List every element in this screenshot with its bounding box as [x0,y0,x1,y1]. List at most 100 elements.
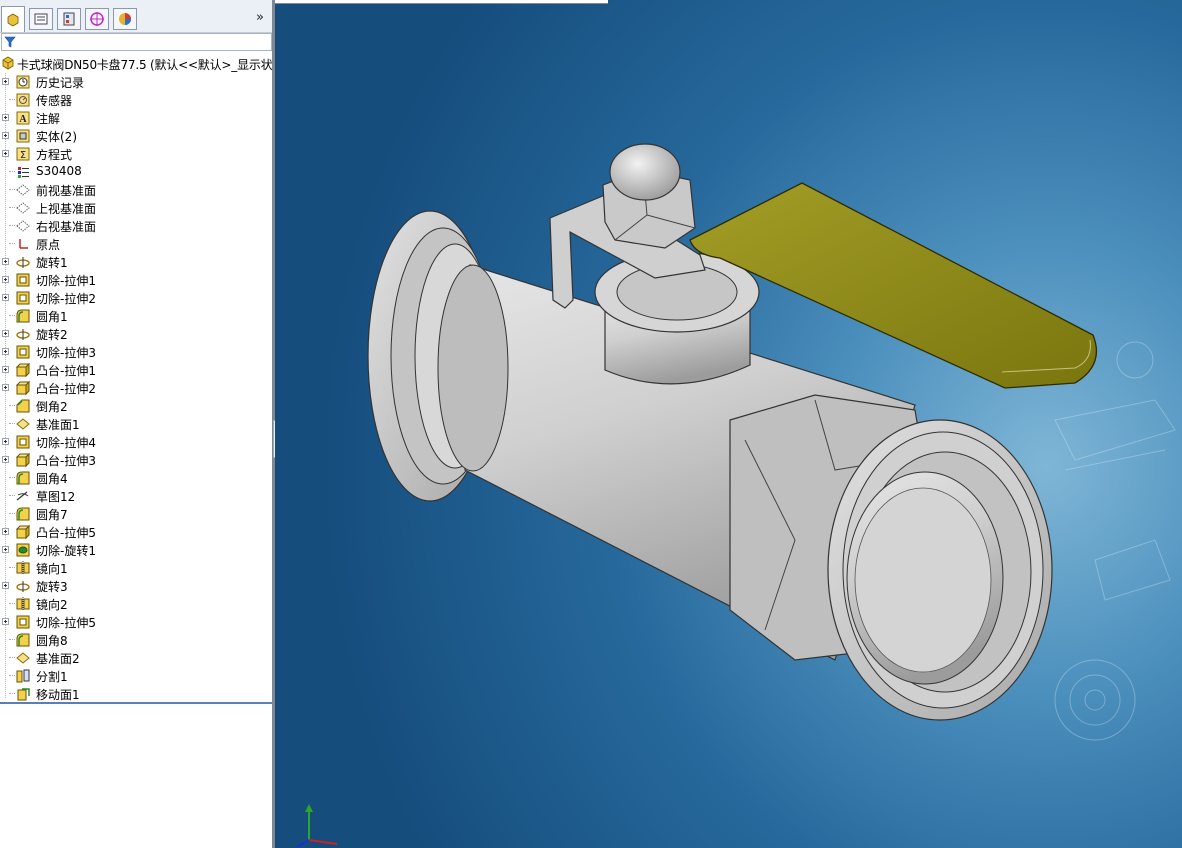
filter-input[interactable] [1,33,272,51]
tree-item-label: 圆角1 [36,310,68,324]
right-flange [827,419,1053,721]
part-icon [2,56,14,70]
split-icon [16,669,30,683]
expand-toggle[interactable] [2,78,9,85]
expand-toggle[interactable] [2,132,9,139]
cap-nut [602,143,696,249]
ref-plane-icon [16,652,30,664]
displaymanager-tab[interactable] [113,8,137,30]
expand-toggle[interactable] [2,384,9,391]
propertymanager-tab[interactable] [29,8,53,30]
tree-item[interactable]: 切除-拉伸3 [0,343,273,361]
tree-item[interactable]: 分割1 [0,667,273,685]
tree-item[interactable]: 凸台-拉伸1 [0,361,273,379]
reference-triad-icon [296,804,338,848]
history-icon [16,75,30,89]
dimxpertmanager-tab[interactable] [85,8,109,30]
expand-toggle[interactable] [2,582,9,589]
tree-item[interactable]: 凸台-拉伸3 [0,451,273,469]
mirror-icon [16,597,30,611]
tree-item-label: 旋转3 [36,580,68,594]
fillet-icon [16,507,30,521]
tree-item-label: 切除-旋转1 [36,544,96,558]
annotation-icon: A [16,111,30,125]
tree-item[interactable]: 切除-旋转1 [0,541,273,559]
cut-extrude-icon [16,615,30,629]
tree-item[interactable]: 原点 [0,235,273,253]
tree-item[interactable]: 镜向2 [0,595,273,613]
cut-extrude-icon [16,291,30,305]
tree-item[interactable]: 凸台-拉伸2 [0,379,273,397]
panel-divider [0,702,273,704]
dimxpertmanager-icon [90,12,104,26]
graphics-viewport[interactable] [275,0,1182,848]
tree-item-label: 镜向2 [36,598,68,612]
tree-item[interactable]: 圆角4 [0,469,273,487]
background-sketch-decoration [1054,341,1176,741]
tree-item[interactable]: 圆角1 [0,307,273,325]
featuremanager-icon [7,13,19,26]
tree-item-label: 凸台-拉伸3 [36,454,96,468]
tree-item[interactable]: 传感器 [0,91,273,109]
expand-toggle[interactable] [2,438,9,445]
tree-item[interactable]: 切除-拉伸1 [0,271,273,289]
tree-item-label: 凸台-拉伸5 [36,526,96,540]
tree-item[interactable]: 旋转1 [0,253,273,271]
tree-item[interactable]: 凸台-拉伸5 [0,523,273,541]
tree-item-label: 圆角7 [36,508,68,522]
tree-item[interactable]: 移动面1 [0,685,273,703]
expand-tabs-button[interactable]: » [256,10,264,25]
tree-item[interactable]: 旋转3 [0,577,273,595]
tree-item[interactable]: 切除-拉伸2 [0,289,273,307]
tree-item[interactable]: 旋转2 [0,325,273,343]
fillet-icon [16,633,30,647]
tree-item[interactable]: 基准面2 [0,649,273,667]
tree-item-label: 右视基准面 [36,220,97,234]
filter-icon [4,36,16,48]
expand-toggle[interactable] [2,258,9,265]
tree-root-part[interactable]: 卡式球阀DN50卡盘77.5 (默认<<默认>_显示状 [0,55,273,73]
expand-toggle[interactable] [2,294,9,301]
tree-item-label: 圆角4 [36,472,68,486]
expand-toggle[interactable] [2,348,9,355]
tree-item-label: 历史记录 [36,76,85,90]
configurationmanager-tab[interactable] [57,8,81,30]
tree-item[interactable]: 历史记录 [0,73,273,91]
expand-toggle[interactable] [2,366,9,373]
ball-valve-model[interactable] [275,0,1182,848]
tree-item[interactable]: 镜向1 [0,559,273,577]
tree-item[interactable]: 上视基准面 [0,199,273,217]
featuremanager-tab[interactable] [1,6,25,32]
expand-toggle[interactable] [2,546,9,553]
tree-item[interactable]: 切除-拉伸5 [0,613,273,631]
tree-item-label: 实体(2) [36,130,77,144]
tree-item[interactable]: Σ 方程式 [0,145,273,163]
ref-plane-icon [16,418,30,430]
tree-item-label: 凸台-拉伸1 [36,364,96,378]
tree-item[interactable]: 圆角7 [0,505,273,523]
expand-toggle[interactable] [2,528,9,535]
tree-item-label: 基准面1 [36,418,80,432]
tree-item[interactable]: 前视基准面 [0,181,273,199]
tree-item-label: S30408 [36,164,82,178]
tree-item[interactable]: 基准面1 [0,415,273,433]
tree-item[interactable]: 实体(2) [0,127,273,145]
expand-toggle[interactable] [2,276,9,283]
tree-item-label: 切除-拉伸4 [36,436,96,450]
tree-item[interactable]: 切除-拉伸4 [0,433,273,451]
tree-item-label: 旋转2 [36,328,68,342]
expand-toggle[interactable] [2,618,9,625]
revolve-icon [16,581,30,592]
tree-item[interactable]: 圆角8 [0,631,273,649]
tree-item-label: 前视基准面 [36,184,97,198]
tree-item[interactable]: 右视基准面 [0,217,273,235]
tree-item[interactable]: S30408 [0,163,273,181]
tree-item[interactable]: 倒角2 [0,397,273,415]
expand-toggle[interactable] [2,114,9,121]
expand-toggle[interactable] [2,150,9,157]
expand-toggle[interactable] [2,456,9,463]
tree-item[interactable]: 草图12 [0,487,273,505]
tree-item-label: 上视基准面 [36,202,97,216]
expand-toggle[interactable] [2,330,9,337]
tree-item[interactable]: A 注解 [0,109,273,127]
